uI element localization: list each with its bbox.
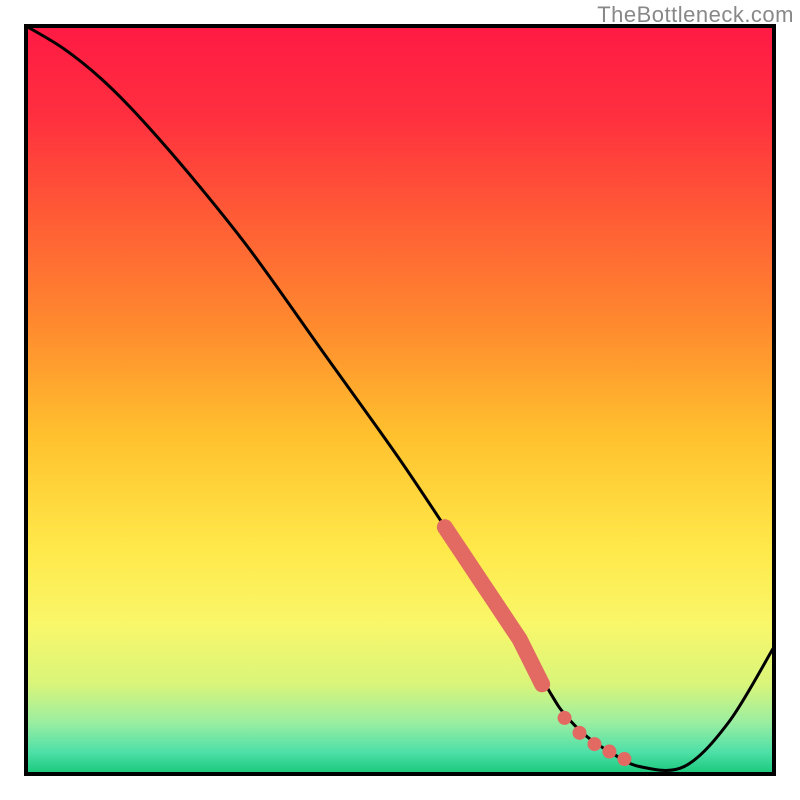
chart-container: TheBottleneck.com xyxy=(0,0,800,800)
dot xyxy=(617,752,631,766)
dot xyxy=(558,711,572,725)
dot xyxy=(573,726,587,740)
watermark-text: TheBottleneck.com xyxy=(597,2,794,28)
dot xyxy=(587,737,601,751)
bottleneck-chart xyxy=(0,0,800,800)
dot xyxy=(602,745,616,759)
plot-background xyxy=(26,26,774,774)
